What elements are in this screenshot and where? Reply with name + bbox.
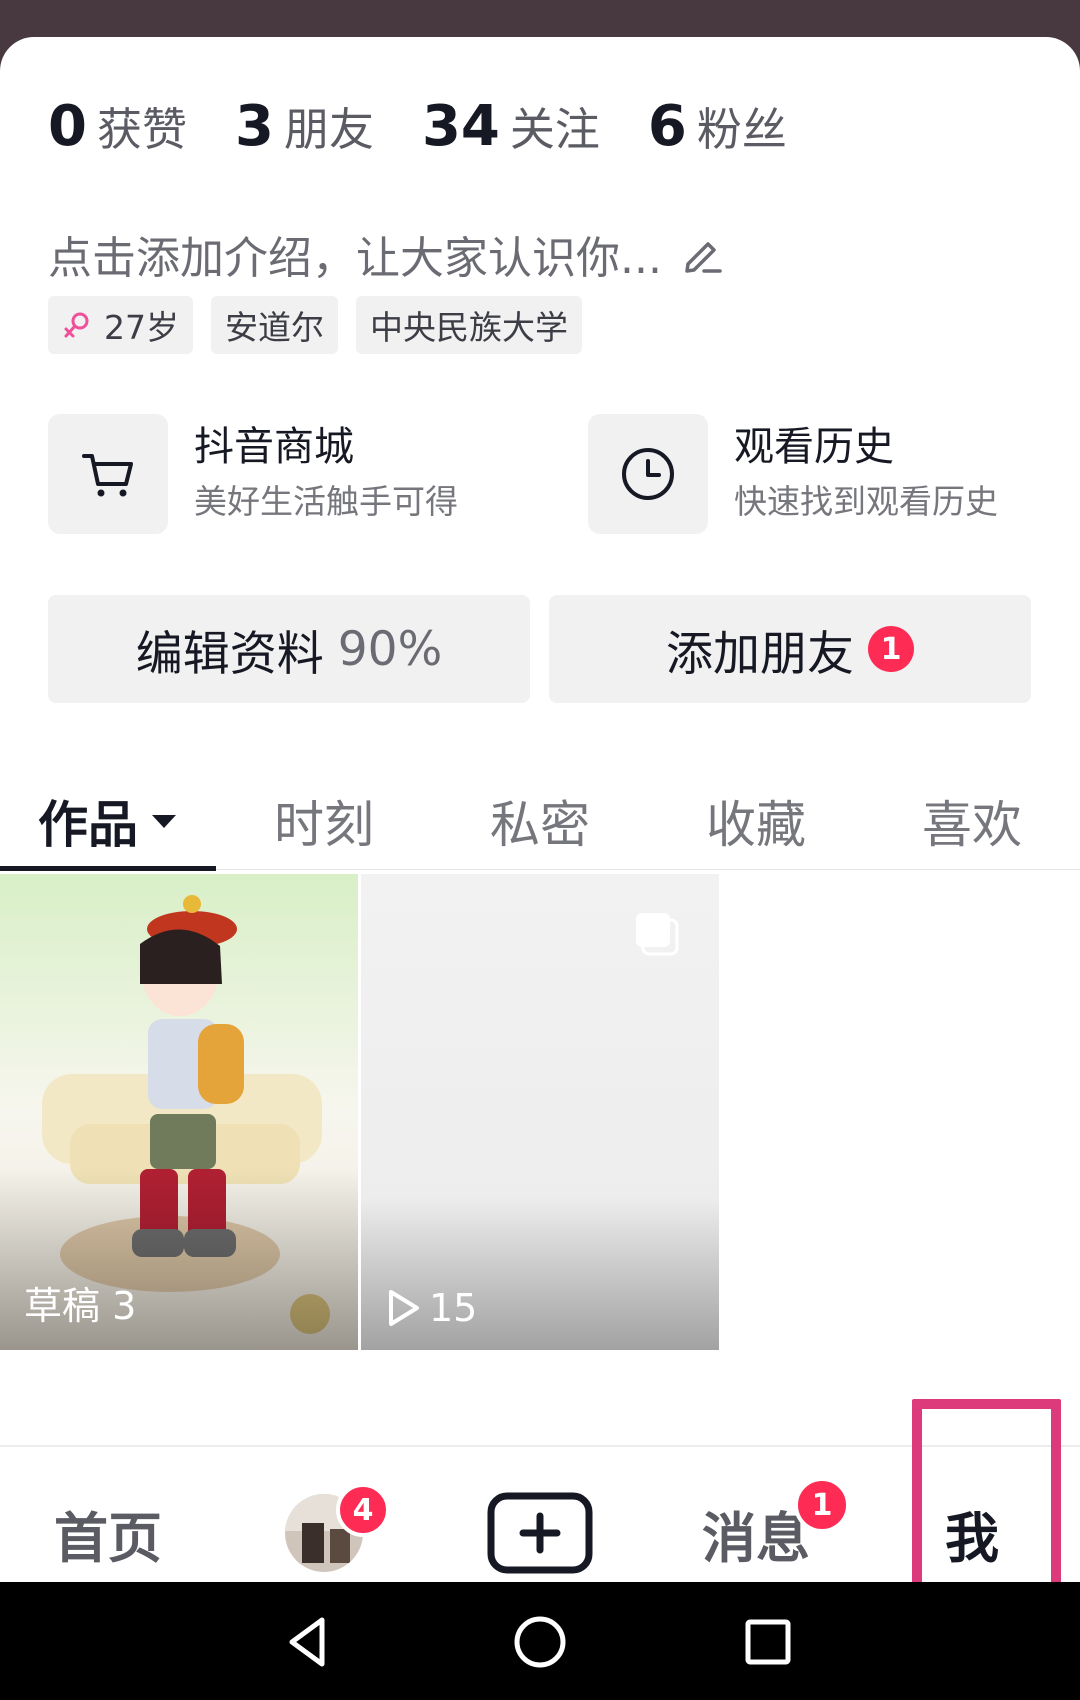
friends-badge: 4 [336,1483,390,1537]
tag-school-text: 中央民族大学 [370,308,568,347]
tag-location-text: 安道尔 [225,308,324,347]
add-friend-badge: 1 [868,626,914,672]
stat-number: 3 [234,94,274,159]
tab-moments-label: 时刻 [274,796,374,854]
bio-placeholder: 点击添加介绍，让大家认识你... [48,233,662,284]
tag-age[interactable]: 27岁 [48,296,193,354]
profile-sheet: 0 获赞 3 朋友 34 关注 6 粉丝 点击添加介绍，让大家认识你... 27… [0,37,1080,1582]
shortcut-mall[interactable]: 抖音商城 美好生活触手可得 [48,414,458,534]
messages-badge: 1 [794,1477,850,1533]
system-nav-bar [0,1582,1080,1700]
nav-home-label: 首页 [54,1506,162,1570]
edit-profile-label: 编辑资料 [135,626,324,682]
shortcut-subtitle: 美好生活触手可得 [194,482,458,521]
cart-icon [82,454,133,497]
recents-icon[interactable] [728,1602,808,1682]
nav-messages[interactable]: 消息 1 [648,1447,864,1582]
play-count: 15 [385,1286,477,1330]
bio-prompt[interactable]: 点击添加介绍，让大家认识你... [48,222,726,286]
tab-favorites-label: 收藏 [706,796,806,854]
add-friend-label: 添加朋友 [666,626,854,682]
stat-label: 关注 [509,103,600,156]
tab-private-label: 私密 [490,796,590,854]
shortcut-subtitle: 快速找到观看历史 [734,482,998,521]
stat-likes[interactable]: 0 获赞 [48,93,187,159]
shortcut-icon-box [588,414,708,534]
content-tabs: 作品 时刻 私密 收藏 喜欢 [0,772,1080,871]
home-circle-icon[interactable] [500,1602,580,1682]
draft-count-label: 草稿 3 [24,1284,137,1328]
stat-followers[interactable]: 6 粉丝 [648,93,787,159]
multi-image-icon [636,913,679,956]
nav-friends[interactable]: 4 [216,1447,432,1582]
edit-profile-button[interactable]: 编辑资料 90% [48,595,530,703]
shortcut-title: 抖音商城 [194,424,354,470]
stat-label: 获赞 [96,103,187,156]
add-friend-button[interactable]: 添加朋友 1 [549,595,1031,703]
tab-works[interactable]: 作品 [0,772,216,870]
tab-moments[interactable]: 时刻 [216,772,432,870]
shortcut-title: 观看历史 [734,424,894,470]
tab-active-indicator [0,866,216,871]
pencil-icon [685,242,722,273]
stat-number: 6 [647,94,687,159]
stats-row: 0 获赞 3 朋友 34 关注 6 粉丝 [48,93,835,159]
tag-age-text: 27岁 [104,308,179,347]
tab-favorites[interactable]: 收藏 [648,772,864,870]
nav-home[interactable]: 首页 [0,1447,216,1582]
stat-label: 粉丝 [696,103,787,156]
shortcut-history[interactable]: 观看历史 快速找到观看历史 [588,414,998,534]
plus-icon [487,1492,593,1574]
caret-down-icon [152,815,176,828]
stat-following[interactable]: 34 关注 [422,93,600,159]
tab-works-label: 作品 [38,796,138,854]
back-icon[interactable] [268,1602,348,1682]
tab-likes-label: 喜欢 [922,796,1022,854]
stat-number: 34 [421,94,500,159]
play-icon [389,1290,419,1326]
tab-likes[interactable]: 喜欢 [864,772,1080,870]
stat-label: 朋友 [283,103,374,156]
nav-create[interactable] [432,1447,648,1582]
tag-location[interactable]: 安道尔 [211,296,338,354]
clock-icon [622,448,674,500]
video-cell[interactable]: 15 [361,874,719,1350]
female-icon [64,312,89,338]
play-count-value: 15 [429,1286,478,1330]
stat-number: 0 [48,94,87,159]
tab-private[interactable]: 私密 [432,772,648,870]
stat-friends[interactable]: 3 朋友 [235,93,374,159]
shortcut-text: 抖音商城 美好生活触手可得 [194,419,458,529]
draft-cell[interactable]: 草稿 3 [0,874,358,1350]
shortcut-text: 观看历史 快速找到观看历史 [734,419,998,529]
shortcut-icon-box [48,414,168,534]
profile-tags: 27岁 安道尔 中央民族大学 [48,296,600,354]
profile-completion: 90% [337,621,443,677]
tag-school[interactable]: 中央民族大学 [356,296,582,354]
